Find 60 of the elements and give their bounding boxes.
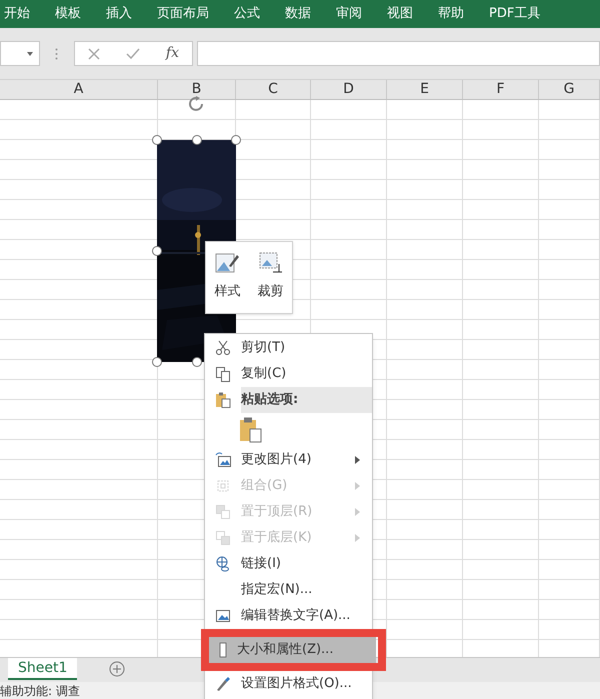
menu-item[interactable]: 指定宏(N)... [205, 577, 372, 603]
menu-item[interactable]: 更改图片(4) [205, 447, 372, 473]
ribbon-tab[interactable]: 插入 [106, 4, 132, 24]
caret-icon [27, 52, 33, 56]
status-text: 辅助功能: 调查 [0, 682, 80, 699]
image-icon [215, 608, 231, 624]
menu-item[interactable]: 编辑替换文字(A)... [205, 603, 372, 629]
ribbon-tab[interactable]: 帮助 [438, 4, 464, 24]
ribbon-tab[interactable]: 模板 [55, 4, 81, 24]
ribbon-tab[interactable]: 公式 [234, 4, 260, 24]
ribbon-tab[interactable]: 开始 [4, 4, 30, 24]
resize-handle[interactable] [192, 135, 202, 145]
menu-item[interactable]: 设置图片格式(O)... [205, 671, 372, 697]
menu-item[interactable]: 复制(C) [205, 361, 372, 387]
layers-icon [215, 530, 231, 546]
resize-handle[interactable] [231, 135, 241, 145]
menu-item[interactable]: 链接(I) [205, 551, 372, 577]
layers-icon [215, 504, 231, 520]
check-icon[interactable] [126, 48, 140, 60]
formula-input[interactable] [197, 41, 600, 66]
resize-handle[interactable] [152, 135, 162, 145]
ribbon-tab[interactable]: 页面布局 [157, 4, 209, 24]
group-icon [215, 478, 231, 494]
column-header[interactable]: D [311, 80, 387, 99]
column-header[interactable]: E [387, 80, 463, 99]
menu-section-header: 粘贴选项: [241, 387, 372, 413]
mini-toolbar-button[interactable]: 裁剪 [258, 252, 284, 313]
ribbon-tab[interactable]: PDF工具 [489, 4, 540, 24]
column-header[interactable]: G [539, 80, 600, 99]
ribbon-tab[interactable]: 视图 [387, 4, 413, 24]
column-header[interactable]: C [236, 80, 311, 99]
add-sheet-icon[interactable] [109, 661, 126, 677]
cancel-icon[interactable] [88, 48, 100, 60]
submenu-arrow-icon [355, 534, 360, 542]
resize-handle[interactable] [192, 357, 202, 367]
brush-icon [215, 676, 231, 692]
submenu-arrow-icon [355, 456, 360, 464]
column-header[interactable]: A [0, 80, 158, 99]
resize-handle[interactable] [152, 246, 162, 256]
rotate-handle-icon[interactable] [188, 96, 206, 112]
grip-icon [55, 48, 58, 60]
crop-icon [258, 252, 282, 274]
column-header[interactable]: F [463, 80, 539, 99]
resize-handle[interactable] [152, 357, 162, 367]
scissors-icon [215, 340, 231, 356]
picture-style-icon [214, 252, 240, 274]
ribbon-tab[interactable]: 审阅 [336, 4, 362, 24]
globe-link-icon [215, 556, 231, 572]
paste-icon[interactable] [239, 417, 263, 443]
ribbon-tab[interactable]: 数据 [285, 4, 311, 24]
copy-icon [215, 366, 231, 382]
clipboard-icon [215, 392, 231, 408]
submenu-arrow-icon [355, 482, 360, 490]
menu-item[interactable]: 剪切(T) [205, 335, 372, 361]
mini-toolbar-button[interactable]: 样式 [214, 252, 240, 313]
sheet-tab[interactable]: Sheet1 [8, 658, 78, 680]
picture-change-icon [215, 452, 231, 468]
submenu-arrow-icon [355, 508, 360, 516]
menu-item[interactable]: 大小和属性(Z)... [209, 637, 376, 663]
function-button[interactable]: fx [166, 43, 179, 64]
